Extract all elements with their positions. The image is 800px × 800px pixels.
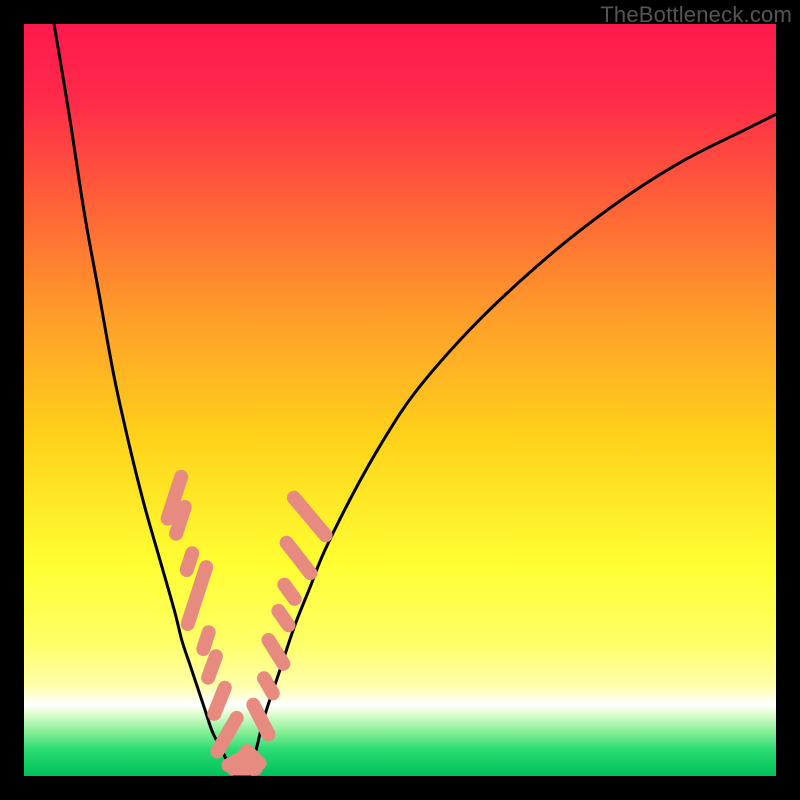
salmon-blob <box>284 488 335 545</box>
curves-layer <box>24 24 776 776</box>
salmon-blob <box>244 695 278 744</box>
watermark-text: TheBottleneck.com <box>600 2 792 28</box>
salmon-blob <box>259 630 293 673</box>
curve-right-ascending <box>250 114 776 776</box>
plot-area <box>24 24 776 776</box>
salmon-blob <box>275 575 305 609</box>
chart-frame: TheBottleneck.com <box>0 0 800 800</box>
salmon-blob <box>277 533 320 583</box>
